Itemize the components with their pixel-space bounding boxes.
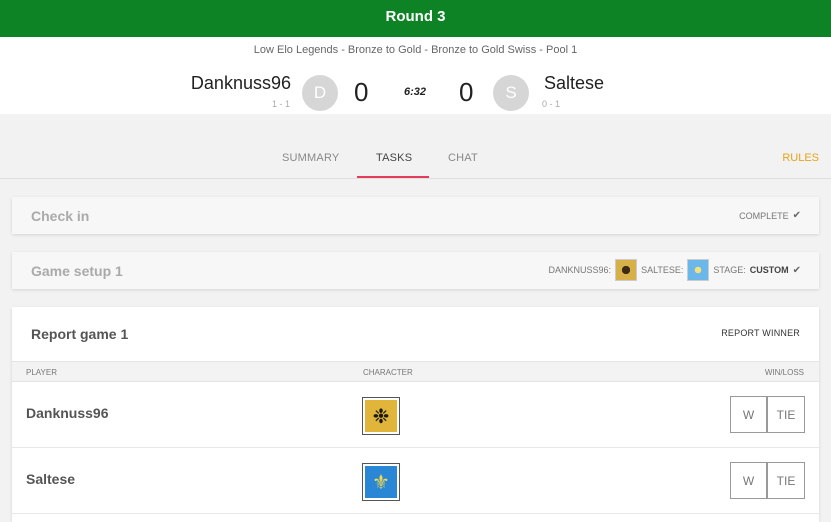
stage-value: CUSTOM	[749, 265, 789, 275]
row-player-name: Danknuss96	[26, 405, 109, 421]
match-timer: 6:32	[403, 86, 427, 98]
fleur-de-lis-icon	[687, 259, 710, 281]
tab-chat[interactable]: CHAT	[448, 152, 478, 164]
checkin-status: COMPLETE ✔	[739, 210, 801, 221]
player1-name: Danknuss96	[190, 73, 291, 93]
character-select[interactable]: ⚜	[362, 463, 400, 501]
win-button[interactable]: W	[730, 396, 767, 433]
game-setup-card[interactable]: Game setup 1 DANKNUSS96: SALTESE: STAGE:…	[12, 252, 819, 289]
checkin-card[interactable]: Check in COMPLETE ✔	[12, 197, 819, 234]
checkin-status-label: COMPLETE	[739, 210, 789, 221]
table-header: PLAYER CHARACTER WIN/LOSS	[12, 361, 819, 382]
column-win-loss: WIN/LOSS	[764, 368, 804, 377]
game-setup-title: Game setup 1	[31, 263, 123, 279]
tab-summary[interactable]: SUMMARY	[282, 152, 339, 164]
active-tab-indicator	[357, 176, 429, 178]
report-game-title: Report game 1	[31, 326, 129, 342]
match-header: Low Elo Legends - Bronze to Gold - Bronz…	[0, 37, 831, 114]
player1-score: 0	[354, 77, 369, 107]
player2-record: 0 - 1	[542, 99, 561, 109]
double-eagle-icon	[615, 259, 638, 281]
double-eagle-icon: ❉	[365, 400, 397, 432]
table-row: Saltese ⚜ W TIE	[12, 448, 819, 514]
row-player-name: Saltese	[26, 471, 76, 487]
check-icon: ✔	[792, 264, 801, 276]
report-winner-button[interactable]: REPORT WINNER	[721, 328, 800, 338]
player1-avatar: D	[302, 75, 338, 111]
rules-link[interactable]: RULES	[782, 152, 819, 164]
check-icon: ✔	[792, 210, 801, 221]
win-button[interactable]: W	[730, 462, 767, 499]
game-setup-summary: DANKNUSS96: SALTESE: STAGE: CUSTOM ✔	[549, 258, 801, 282]
tab-tasks[interactable]: TASKS	[376, 152, 412, 164]
setup-player2-label: SALTESE:	[641, 265, 684, 275]
stage-label: STAGE:	[713, 265, 746, 275]
player2-score: 0	[459, 77, 474, 107]
column-character: CHARACTER	[363, 368, 413, 377]
fleur-de-lis-icon: ⚜	[365, 466, 397, 498]
setup-player1-label: DANKNUSS96:	[548, 265, 612, 275]
round-banner: Round 3	[0, 0, 831, 37]
player2-name: Saltese	[544, 73, 605, 93]
tie-button[interactable]: TIE	[767, 462, 805, 499]
tie-button[interactable]: TIE	[767, 396, 805, 433]
tab-bar: SUMMARY TASKS CHAT RULES	[0, 114, 831, 179]
player2-avatar: S	[493, 75, 529, 111]
table-row: Danknuss96 ❉ W TIE	[12, 382, 819, 448]
report-game-card: Report game 1 REPORT WINNER PLAYER CHARA…	[12, 307, 819, 522]
checkin-title: Check in	[31, 208, 90, 224]
column-player: PLAYER	[26, 368, 57, 377]
player1-record: 1 - 1	[271, 99, 290, 109]
event-name: Low Elo Legends - Bronze to Gold - Bronz…	[253, 44, 578, 56]
character-select[interactable]: ❉	[362, 397, 400, 435]
